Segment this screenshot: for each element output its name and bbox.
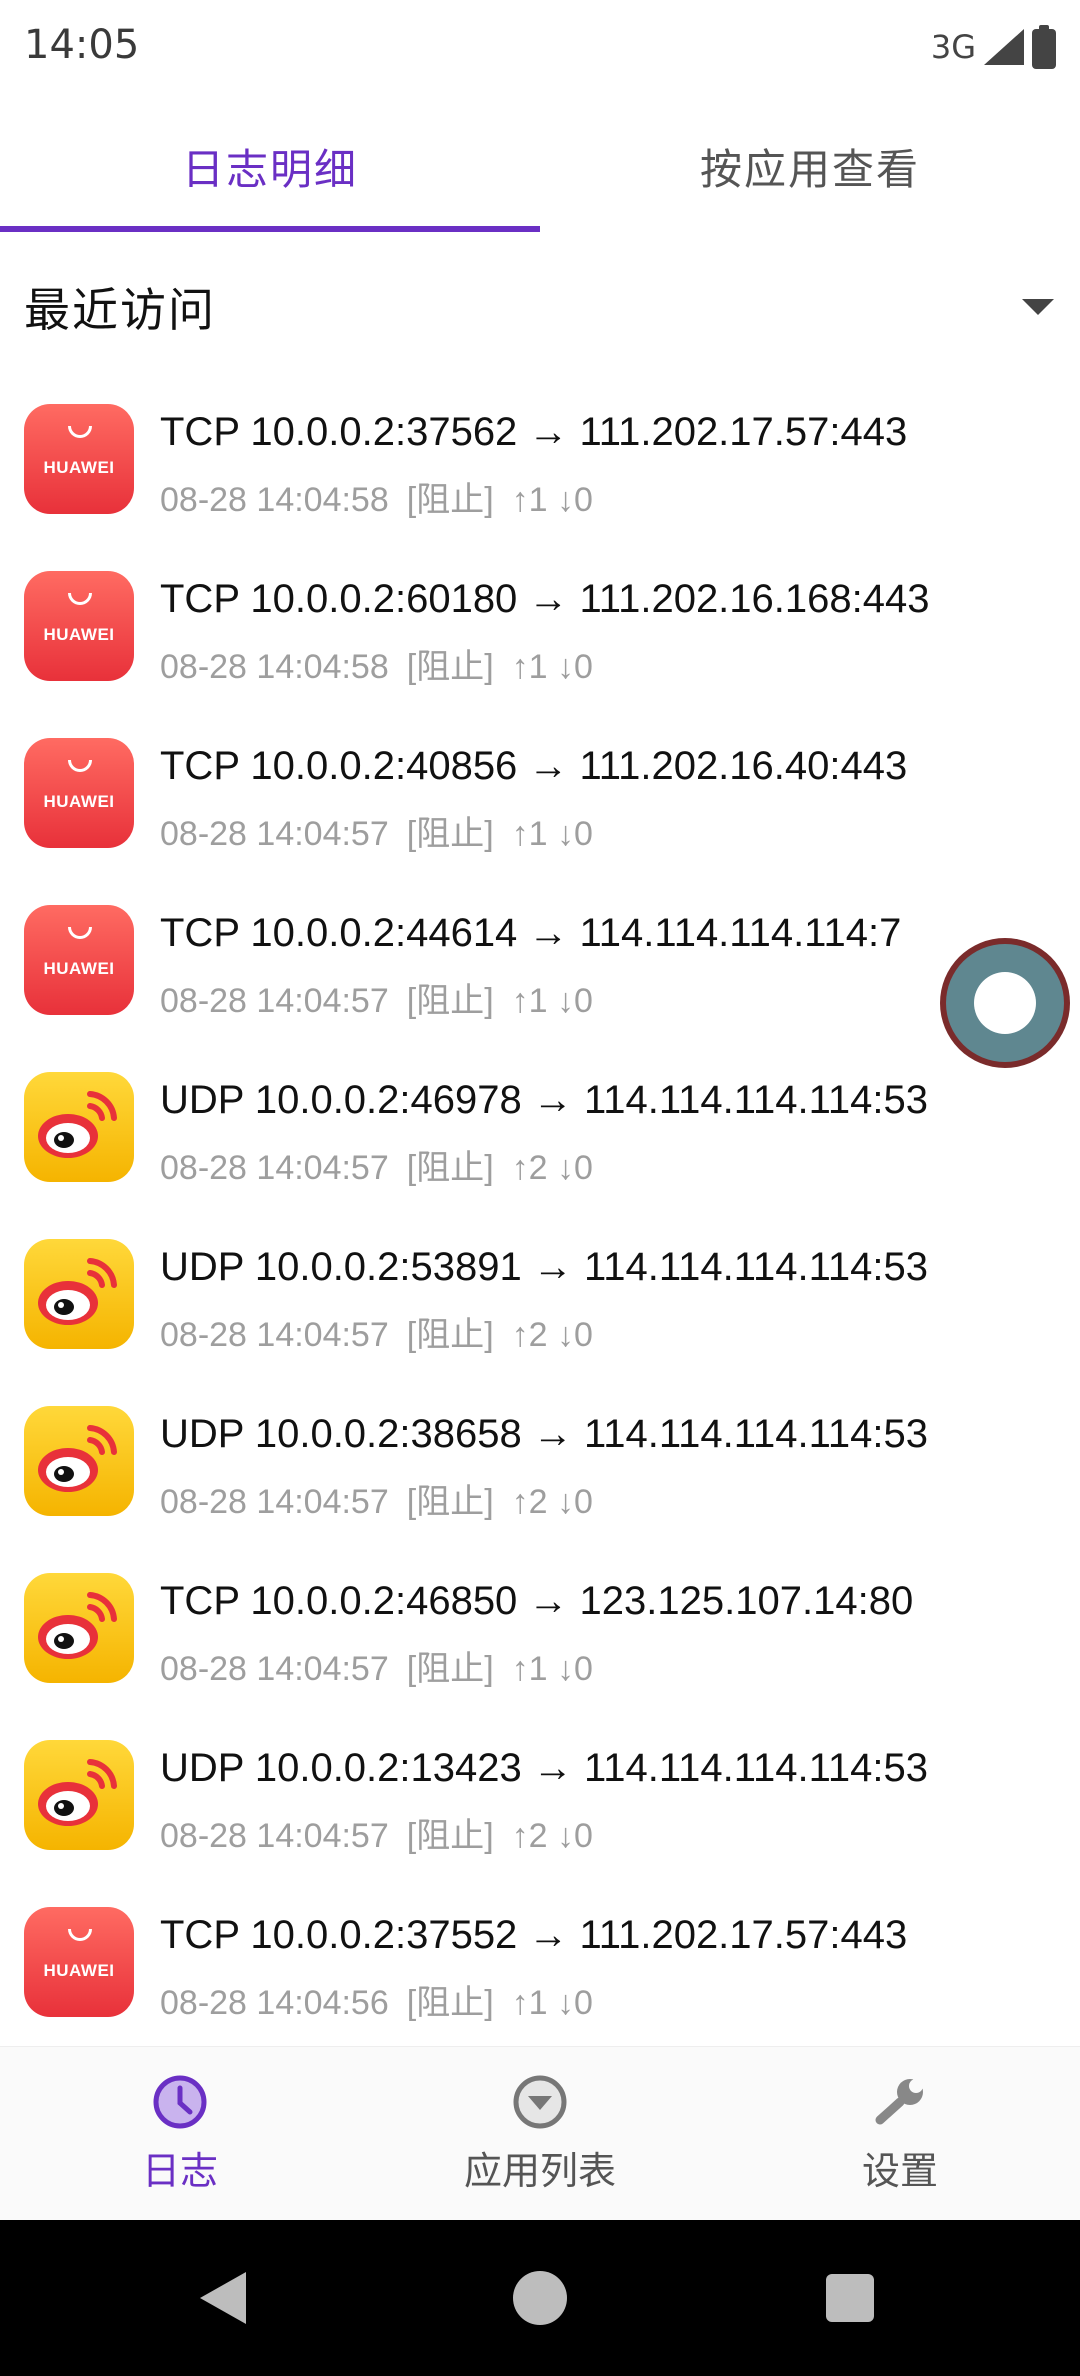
home-icon[interactable] xyxy=(513,2271,567,2325)
recents-icon[interactable] xyxy=(826,2274,874,2322)
log-list-item[interactable]: HUAWEI TCP 10.0.0.2:44614 → 114.114.114.1… xyxy=(0,883,1080,1050)
log-timestamp: 08-28 14:04:58 xyxy=(160,648,389,686)
log-timestamp: 08-28 14:04:57 xyxy=(160,815,389,853)
connection-text: UDP 10.0.0.2:46978 → 114.114.114.114:53 xyxy=(160,1078,929,1122)
huawei-app-icon: HUAWEI xyxy=(24,738,134,848)
block-status: [阻止] xyxy=(406,648,494,686)
connection-text: TCP 10.0.0.2:37552 → 111.202.17.57:443 xyxy=(160,1913,908,1957)
weibo-app-icon xyxy=(24,1406,134,1516)
battery-icon xyxy=(1032,25,1056,69)
log-meta: 08-28 14:04:57 [阻止] ↑2 ↓0 xyxy=(160,1140,611,1189)
log-timestamp: 08-28 14:04:58 xyxy=(160,481,389,519)
system-navigation-bar xyxy=(0,2220,1080,2376)
log-list-item[interactable]: HUAWEI TCP 10.0.0.2:60180 → 111.202.16.16… xyxy=(0,549,1080,716)
connection-text: TCP 10.0.0.2:60180 → 111.202.16.168:443 xyxy=(160,577,930,621)
log-list-item[interactable]: UDP 10.0.0.2:13423 → 114.114.114.114:53 0… xyxy=(0,1718,1080,1885)
floating-assistive-button[interactable] xyxy=(940,938,1070,1068)
caret-down-icon xyxy=(1022,299,1054,315)
log-meta: 08-28 14:04:56 [阻止] ↑1 ↓0 xyxy=(160,1975,611,2024)
log-list-item[interactable]: UDP 10.0.0.2:38658 → 114.114.114.114:53 0… xyxy=(0,1384,1080,1551)
traffic-counts: ↑1 ↓0 xyxy=(511,982,593,1020)
block-status: [阻止] xyxy=(406,481,494,519)
log-timestamp: 08-28 14:04:57 xyxy=(160,1149,389,1187)
huawei-app-icon: HUAWEI xyxy=(24,905,134,1015)
block-status: [阻止] xyxy=(406,1483,494,1521)
log-meta: 08-28 14:04:57 [阻止] ↑1 ↓0 xyxy=(160,973,611,1022)
block-status: [阻止] xyxy=(406,1316,494,1354)
filter-label: 最近访问 xyxy=(24,283,216,337)
nav-label: 日志 xyxy=(141,2149,218,2193)
huawei-app-icon: HUAWEI xyxy=(24,571,134,681)
traffic-counts: ↑2 ↓0 xyxy=(511,1817,593,1855)
traffic-counts: ↑2 ↓0 xyxy=(511,1483,593,1521)
wrench-icon xyxy=(875,2079,923,2125)
connection-text: UDP 10.0.0.2:53891 → 114.114.114.114:53 xyxy=(160,1245,929,1289)
status-bar: 14:05 3G xyxy=(0,0,1080,96)
log-list-item[interactable]: HUAWEI TCP 10.0.0.2:40856 → 111.202.16.40… xyxy=(0,716,1080,883)
block-status: [阻止] xyxy=(406,815,494,853)
connection-text: TCP 10.0.0.2:44614 → 114.114.114.114:7 xyxy=(160,911,902,955)
status-icons: 3G xyxy=(931,22,1056,72)
log-meta: 08-28 14:04:57 [阻止] ↑1 ↓0 xyxy=(160,1641,611,1690)
traffic-counts: ↑1 ↓0 xyxy=(511,481,593,519)
traffic-counts: ↑2 ↓0 xyxy=(511,1149,593,1187)
clock-icon xyxy=(153,2075,207,2129)
log-meta: 08-28 14:04:57 [阻止] ↑2 ↓0 xyxy=(160,1307,611,1356)
log-meta: 08-28 14:04:57 [阻止] ↑2 ↓0 xyxy=(160,1808,611,1857)
log-meta: 08-28 14:04:58 [阻止] ↑1 ↓0 xyxy=(160,472,611,521)
bottom-navigation: 日志 应用列表 设置 xyxy=(0,2046,1080,2220)
back-icon[interactable] xyxy=(200,2272,246,2324)
traffic-counts: ↑1 ↓0 xyxy=(511,648,593,686)
network-type: 3G xyxy=(930,28,976,66)
status-time: 14:05 xyxy=(24,22,140,68)
log-meta: 08-28 14:04:57 [阻止] ↑2 ↓0 xyxy=(160,1474,611,1523)
top-tabs: 日志明细 按应用查看 xyxy=(0,100,1080,232)
weibo-app-icon xyxy=(24,1740,134,1850)
nav-label: 设置 xyxy=(861,2149,938,2193)
traffic-counts: ↑2 ↓0 xyxy=(511,1316,593,1354)
weibo-app-icon xyxy=(24,1239,134,1349)
connection-text: TCP 10.0.0.2:37562 → 111.202.17.57:443 xyxy=(160,410,908,454)
block-status: [阻止] xyxy=(406,1650,494,1688)
log-timestamp: 08-28 14:04:57 xyxy=(160,1316,389,1354)
log-list-item[interactable]: UDP 10.0.0.2:46978 → 114.114.114.114:53 0… xyxy=(0,1050,1080,1217)
huawei-app-icon: HUAWEI xyxy=(24,1907,134,2017)
log-list-item[interactable]: UDP 10.0.0.2:53891 → 114.114.114.114:53 0… xyxy=(0,1217,1080,1384)
log-timestamp: 08-28 14:04:57 xyxy=(160,1483,389,1521)
nav-item-app-list[interactable]: 应用列表 xyxy=(360,2047,720,2220)
filter-dropdown[interactable]: 最近访问 xyxy=(24,262,1056,352)
weibo-app-icon xyxy=(24,1573,134,1683)
log-list-item[interactable]: HUAWEI TCP 10.0.0.2:37552 → 111.202.17.57… xyxy=(0,1885,1080,2052)
tab-log-details[interactable]: 日志明细 xyxy=(0,100,540,232)
nav-item-log[interactable]: 日志 xyxy=(0,2047,360,2220)
log-list: HUAWEI TCP 10.0.0.2:37562 → 111.202.17.57… xyxy=(0,382,1080,2052)
nav-label: 应用列表 xyxy=(463,2149,616,2193)
connection-text: TCP 10.0.0.2:46850 → 123.125.107.14:80 xyxy=(160,1579,914,1623)
filter-circle-icon xyxy=(513,2075,567,2129)
traffic-counts: ↑1 ↓0 xyxy=(511,1984,593,2022)
connection-text: UDP 10.0.0.2:38658 → 114.114.114.114:53 xyxy=(160,1412,929,1456)
log-meta: 08-28 14:04:57 [阻止] ↑1 ↓0 xyxy=(160,806,611,855)
block-status: [阻止] xyxy=(406,982,494,1020)
log-list-item[interactable]: TCP 10.0.0.2:46850 → 123.125.107.14:80 08… xyxy=(0,1551,1080,1718)
traffic-counts: ↑1 ↓0 xyxy=(511,815,593,853)
nav-item-settings[interactable]: 设置 xyxy=(720,2047,1080,2220)
weibo-app-icon xyxy=(24,1072,134,1182)
log-list-item[interactable]: HUAWEI TCP 10.0.0.2:37562 → 111.202.17.57… xyxy=(0,382,1080,549)
tab-by-app[interactable]: 按应用查看 xyxy=(540,100,1080,232)
signal-icon xyxy=(984,29,1024,65)
block-status: [阻止] xyxy=(406,1984,494,2022)
log-timestamp: 08-28 14:04:56 xyxy=(160,1984,389,2022)
log-timestamp: 08-28 14:04:57 xyxy=(160,1650,389,1688)
connection-text: UDP 10.0.0.2:13423 → 114.114.114.114:53 xyxy=(160,1746,929,1790)
log-timestamp: 08-28 14:04:57 xyxy=(160,982,389,1020)
log-timestamp: 08-28 14:04:57 xyxy=(160,1817,389,1855)
block-status: [阻止] xyxy=(406,1817,494,1855)
traffic-counts: ↑1 ↓0 xyxy=(511,1650,593,1688)
huawei-app-icon: HUAWEI xyxy=(24,404,134,514)
connection-text: TCP 10.0.0.2:40856 → 111.202.16.40:443 xyxy=(160,744,908,788)
log-meta: 08-28 14:04:58 [阻止] ↑1 ↓0 xyxy=(160,639,611,688)
block-status: [阻止] xyxy=(406,1149,494,1187)
